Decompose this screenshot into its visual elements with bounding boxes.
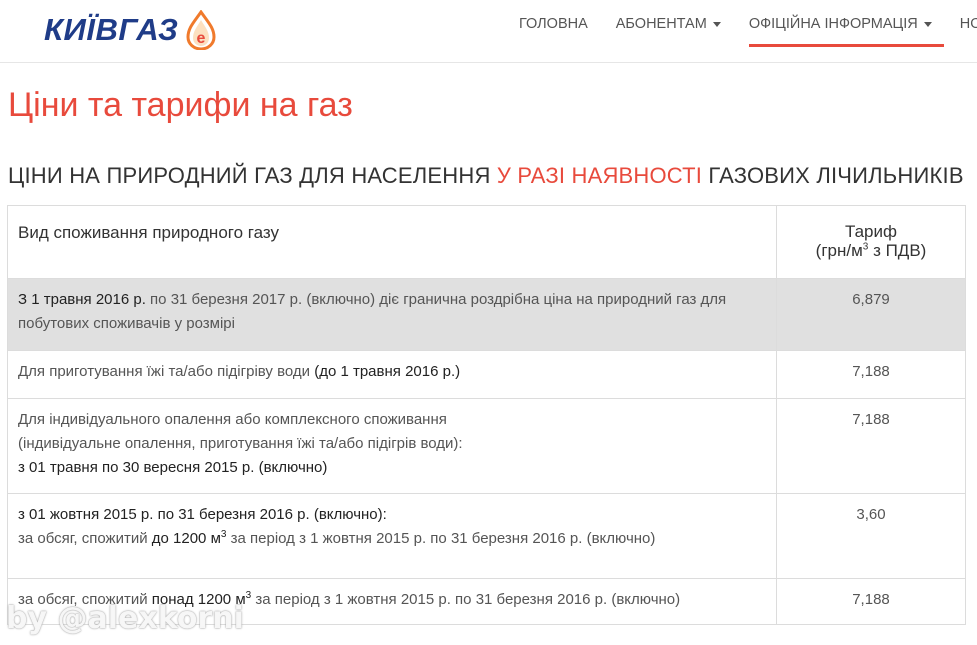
tariff-table: Вид споживання природного газу Тариф (грн… [7, 205, 966, 625]
row-description: з 01 жовтня 2015 р. по 31 березня 2016 р… [7, 493, 777, 579]
row-text: за період з 1 жовтня 2015 р. по 31 берез… [226, 530, 656, 547]
nav-item-subscribers[interactable]: АБОНЕНТАМ [602, 0, 735, 62]
nav-label-official-info: ОФІЦІЙНА ІНФОРМАЦІЯ [748, 16, 918, 32]
site-header: КИЇВГАЗ e ГОЛОВНА АБОНЕНТАМ ОФІЦІЙНА ІНФ… [0, 0, 977, 63]
row-text: за період з 1 жовтня 2015 р. по 31 берез… [251, 591, 681, 608]
caret-down-icon [712, 21, 721, 27]
nav-label-news: НОВ [959, 16, 977, 32]
row-text: за обсяг, спожитий [18, 530, 152, 547]
table-row: З 1 травня 2016 р. по 31 березня 2017 р.… [7, 278, 966, 351]
row-value: 7,188 [776, 350, 966, 399]
row-value: 7,188 [776, 398, 966, 494]
nav-label-home: ГОЛОВНА [519, 16, 588, 32]
main-nav: ГОЛОВНА АБОНЕНТАМ ОФІЦІЙНА ІНФОРМАЦІЯ НО… [505, 0, 977, 62]
nav-item-news[interactable]: НОВ [946, 0, 977, 62]
row-line2: (індивідуальне опалення, приготування їж… [18, 435, 463, 452]
col-header-tariff: Тариф (грн/м3 з ПДВ) [776, 205, 966, 279]
logo-badge: e [197, 30, 206, 47]
row-description: Для приготування їжі та/або підігріву во… [7, 350, 777, 399]
row-description: Для індивідуального опалення або комплек… [7, 398, 777, 494]
nav-label-subscribers: АБОНЕНТАМ [615, 16, 707, 32]
table-row: з 01 жовтня 2015 р. по 31 березня 2016 р… [7, 493, 966, 579]
tariff-header-unit: (грн/м [815, 241, 863, 260]
row-value: 3,60 [776, 493, 966, 579]
caret-down-icon [923, 21, 932, 27]
row-line3: з 01 травня по 30 вересня 2015 р. (включ… [18, 459, 328, 476]
section-title: ЦІНИ НА ПРИРОДНИЙ ГАЗ ДЛЯ НАСЕЛЕННЯ У РА… [8, 163, 964, 189]
table-header-row: Вид споживання природного газу Тариф (грн… [7, 205, 966, 279]
nav-item-home[interactable]: ГОЛОВНА [505, 0, 602, 62]
row-line1: Для індивідуального опалення або комплек… [18, 411, 447, 428]
table-row: Для приготування їжі та/або підігріву во… [7, 350, 966, 399]
page-title: Ціни та тарифи на газ [8, 86, 353, 124]
row-description: З 1 травня 2016 р. по 31 березня 2017 р.… [7, 278, 777, 351]
row-text: Для приготування їжі та/або підігріву во… [18, 363, 315, 380]
logo-text: КИЇВГАЗ [44, 12, 179, 47]
section-title-part1: ЦІНИ НА ПРИРОДНИЙ ГАЗ ДЛЯ НАСЕЛЕННЯ [8, 163, 497, 188]
col-header-consumption: Вид споживання природного газу [7, 205, 777, 279]
section-title-part2: ГАЗОВИХ ЛІЧИЛЬНИКІВ [702, 163, 964, 188]
row-value: 6,879 [776, 278, 966, 351]
tariff-header-label: Тариф [844, 222, 897, 241]
row-volume-bold: до 1200 м [151, 530, 221, 547]
row-line1: з 01 жовтня 2015 р. по 31 березня 2016 р… [18, 506, 387, 523]
row-date-bold: З 1 травня 2016 р. [18, 291, 146, 308]
table-row: Для індивідуального опалення або комплек… [7, 398, 966, 494]
watermark: by @alexkorni [6, 601, 244, 636]
row-date-bold: (до 1 травня 2016 р.) [314, 363, 461, 380]
tariff-header-vat: з ПДВ) [868, 241, 927, 260]
flame-logo-icon: e [186, 10, 216, 50]
section-title-highlight: У РАЗІ НАЯВНОСТІ [496, 163, 703, 188]
kyivgaz-logo[interactable]: КИЇВГАЗ e [44, 10, 218, 50]
nav-item-official-info[interactable]: ОФІЦІЙНА ІНФОРМАЦІЯ [735, 0, 946, 62]
row-value: 7,188 [776, 578, 966, 625]
